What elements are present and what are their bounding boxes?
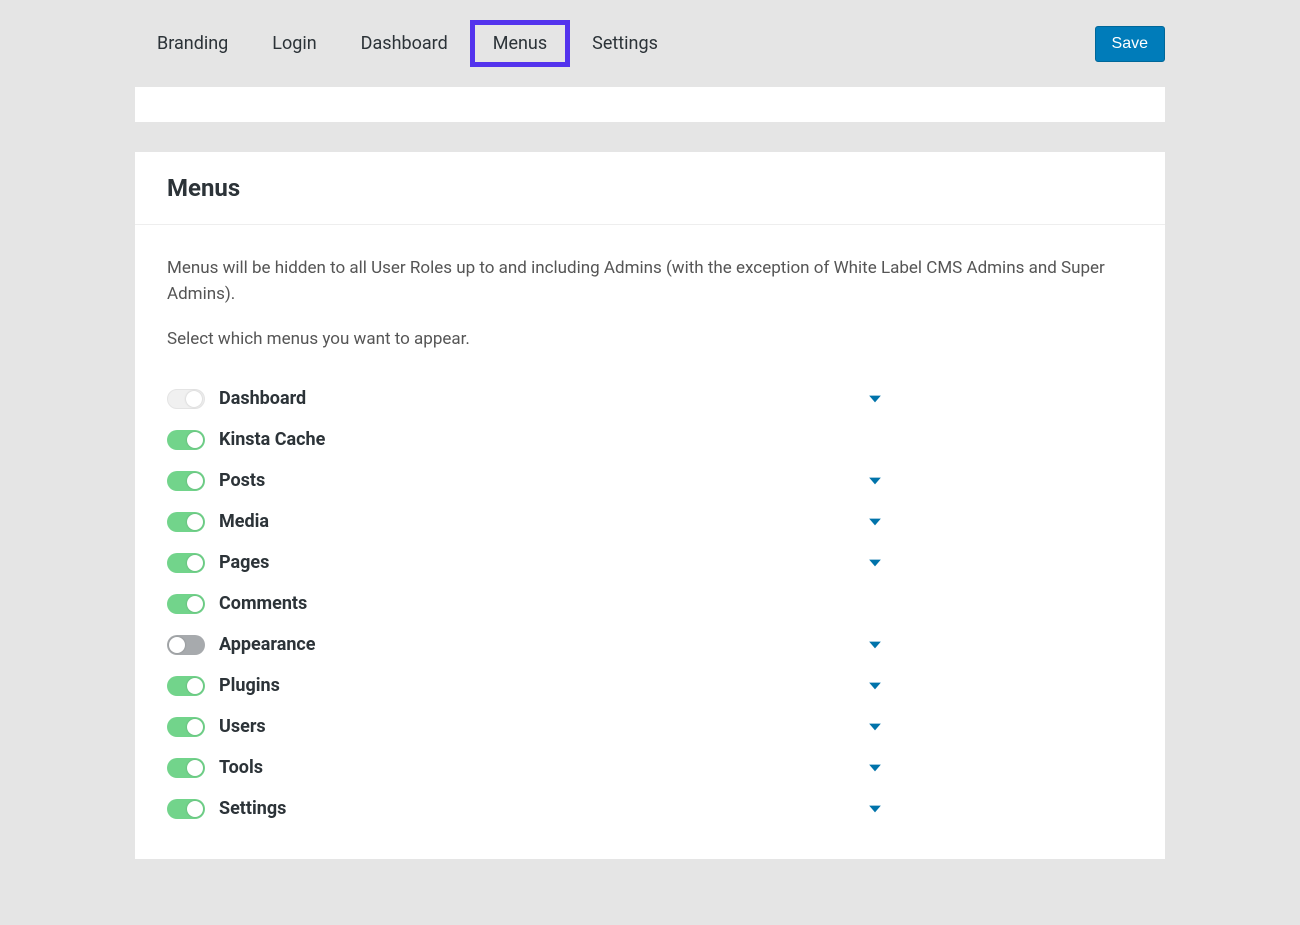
menu-label: Posts — [219, 470, 849, 491]
chevron-down-icon[interactable] — [863, 512, 887, 532]
menu-label: Media — [219, 511, 849, 532]
panel-description-2: Select which menus you want to appear. — [167, 326, 1133, 352]
menu-label: Kinsta Cache — [219, 429, 887, 450]
menus-panel: Menus Menus will be hidden to all User R… — [135, 152, 1165, 859]
tab-menus[interactable]: Menus — [470, 20, 570, 67]
chevron-down-icon[interactable] — [863, 676, 887, 696]
menu-row: Dashboard — [167, 378, 887, 419]
tab-login[interactable]: Login — [250, 21, 338, 66]
upper-card-edge — [135, 87, 1165, 122]
chevron-down-icon[interactable] — [863, 471, 887, 491]
chevron-down-icon[interactable] — [863, 799, 887, 819]
menu-row: Users — [167, 706, 887, 747]
menu-label: Appearance — [219, 634, 849, 655]
chevron-down-icon[interactable] — [863, 553, 887, 573]
menu-toggle[interactable] — [167, 512, 205, 532]
chevron-down-icon[interactable] — [863, 389, 887, 409]
menu-row: Plugins — [167, 665, 887, 706]
panel-title: Menus — [167, 174, 1133, 202]
tab-dashboard[interactable]: Dashboard — [339, 21, 470, 66]
menu-toggle[interactable] — [167, 553, 205, 573]
menu-toggle[interactable] — [167, 676, 205, 696]
menu-label: Dashboard — [219, 388, 849, 409]
menu-toggle[interactable] — [167, 758, 205, 778]
menu-label: Comments — [219, 593, 887, 614]
menu-toggle[interactable] — [167, 389, 205, 409]
menu-row: Settings — [167, 788, 887, 829]
menu-row: Posts — [167, 460, 887, 501]
menu-label: Plugins — [219, 675, 849, 696]
topbar: Branding Login Dashboard Menus Settings … — [135, 0, 1165, 87]
menu-row: Tools — [167, 747, 887, 788]
menu-toggle[interactable] — [167, 471, 205, 491]
tab-branding[interactable]: Branding — [135, 21, 250, 66]
chevron-down-icon[interactable] — [863, 635, 887, 655]
panel-description-1: Menus will be hidden to all User Roles u… — [167, 255, 1133, 308]
menu-row: Appearance — [167, 624, 887, 665]
tab-settings[interactable]: Settings — [570, 21, 680, 66]
menu-row: Comments — [167, 583, 887, 624]
tabs: Branding Login Dashboard Menus Settings — [135, 20, 680, 67]
menu-row: Pages — [167, 542, 887, 583]
menu-label: Tools — [219, 757, 849, 778]
chevron-down-icon[interactable] — [863, 758, 887, 778]
menu-toggle[interactable] — [167, 717, 205, 737]
menu-toggle[interactable] — [167, 430, 205, 450]
chevron-down-icon[interactable] — [863, 717, 887, 737]
menu-toggle[interactable] — [167, 594, 205, 614]
menu-row: Media — [167, 501, 887, 542]
save-button[interactable]: Save — [1095, 26, 1165, 62]
menu-label: Pages — [219, 552, 849, 573]
menu-toggle[interactable] — [167, 635, 205, 655]
menu-toggle[interactable] — [167, 799, 205, 819]
menu-label: Settings — [219, 798, 849, 819]
menu-label: Users — [219, 716, 849, 737]
menu-row: Kinsta Cache — [167, 419, 887, 460]
panel-header: Menus — [135, 152, 1165, 225]
menu-list: Dashboard Kinsta Cache Posts Media Pages Comm… — [167, 378, 1133, 829]
